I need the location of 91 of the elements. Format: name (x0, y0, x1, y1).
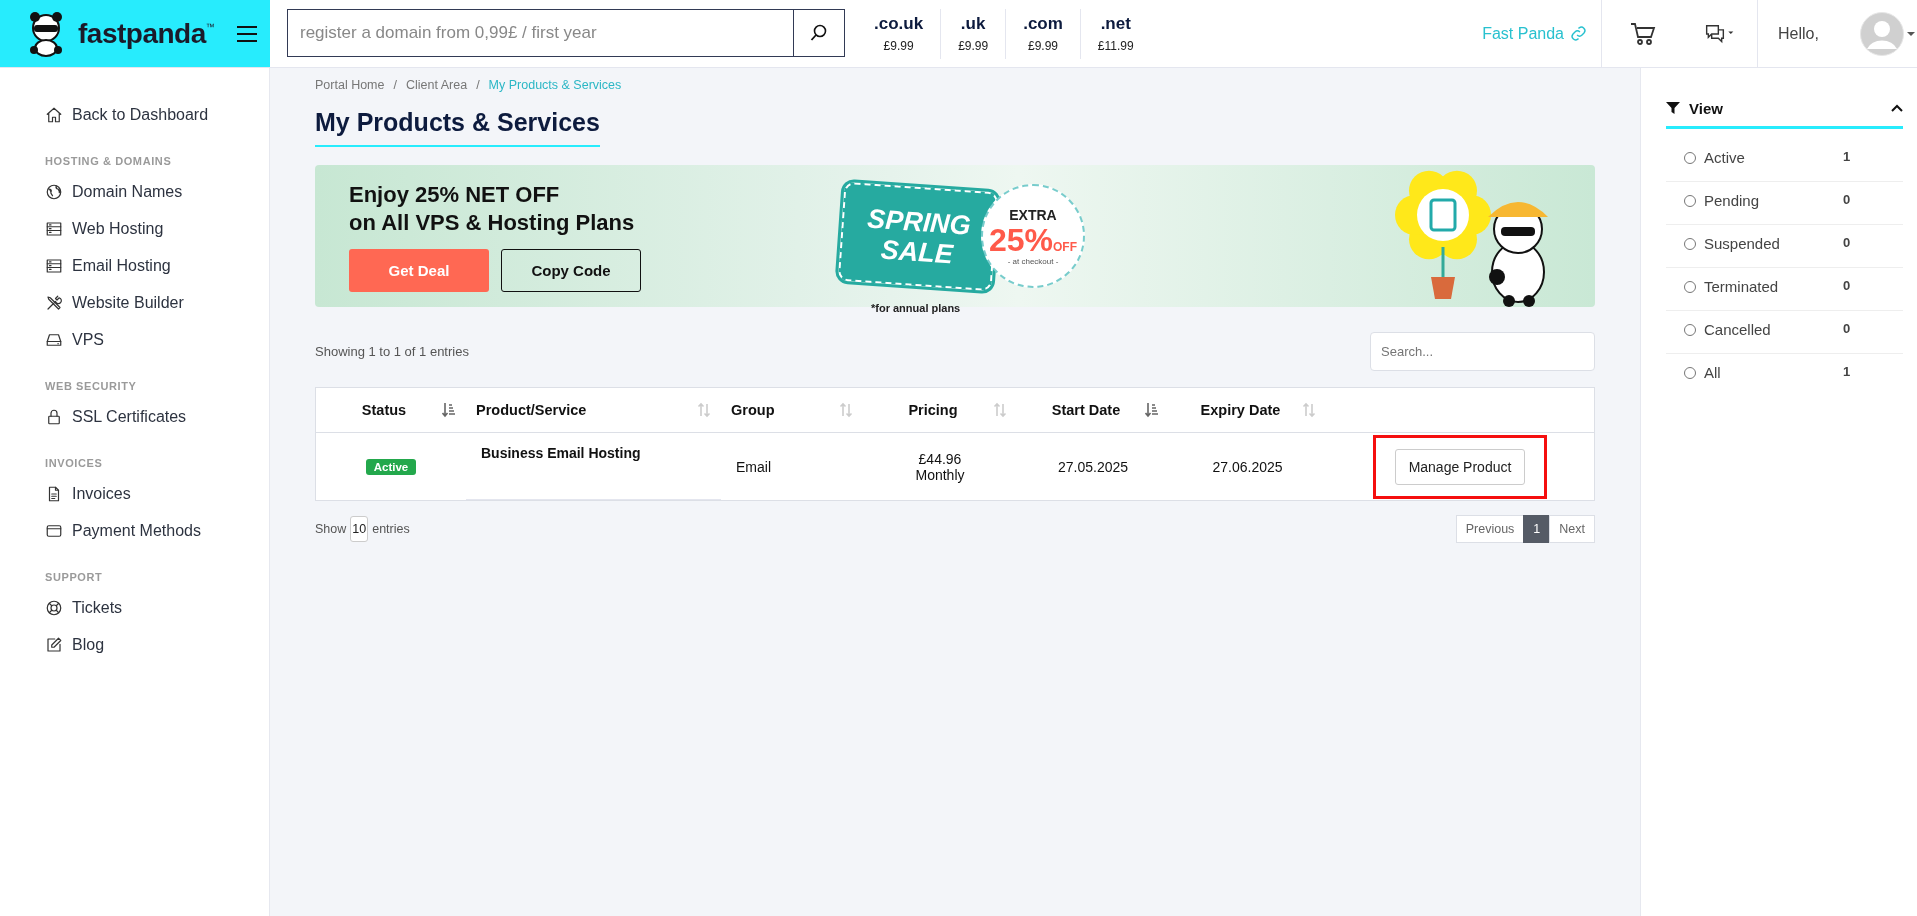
page-size-select[interactable]: 10 (350, 516, 369, 542)
filter-count: 1 (1843, 364, 1852, 379)
pagination-button[interactable]: 1 (1523, 515, 1551, 543)
column-header[interactable]: Group (731, 402, 839, 418)
discount-percent: 25% (988, 222, 1053, 257)
sidebar-item[interactable]: Email Hosting (45, 247, 269, 284)
table-info: Showing 1 to 1 of 1 entries (315, 344, 469, 359)
globe-icon (45, 182, 63, 201)
page-size-label: entries (372, 522, 410, 536)
domain-extension: .co.uk (874, 14, 924, 34)
breadcrumb-separator: / (476, 78, 480, 92)
home-icon (45, 105, 63, 124)
status-badge: Active (365, 458, 417, 475)
sidebar-heading: HOSTING & DOMAINS (45, 155, 173, 167)
link-icon (1570, 25, 1587, 42)
column-header[interactable]: Pricing (873, 402, 993, 418)
table-cell: Monthly (915, 466, 965, 483)
sidebar-heading: INVOICES (45, 457, 104, 469)
table-cell: Business Email Hosting (481, 445, 641, 461)
sidebar-item[interactable]: Website Builder (45, 284, 269, 321)
manage-product-button[interactable]: Manage Product (1394, 448, 1526, 485)
banner-headline: on All VPS & Hosting Plans (349, 208, 636, 237)
domain-search-field[interactable]: register a domain from 0,99£ / first year (287, 9, 793, 57)
sort-descending-icon[interactable] (1145, 402, 1159, 418)
breadcrumb-link[interactable]: Client Area (405, 78, 468, 92)
pagination-button[interactable]: Previous (1455, 515, 1525, 543)
filter-count: 0 (1843, 192, 1852, 207)
filter-label[interactable]: Cancelled (1704, 321, 1835, 338)
filter-label[interactable]: Pending (1704, 192, 1835, 209)
domain-price: £9.99 (1027, 39, 1059, 53)
domain-extension: .uk (959, 14, 987, 34)
filter-count: 0 (1843, 235, 1852, 250)
sidebar-item[interactable]: Blog (45, 626, 269, 663)
menu-icon[interactable] (236, 24, 259, 43)
table-cell: Email (736, 458, 771, 475)
greeting: Hello, (1778, 24, 1820, 43)
table-cell: 27.05.2025 (1057, 458, 1129, 475)
sidebar-item[interactable]: Tickets (45, 589, 269, 626)
filter-count: 1 (1843, 149, 1852, 164)
domain-price: £11.99 (1097, 39, 1134, 53)
domain-extension: .net (1099, 14, 1132, 34)
domain-price: £9.99 (882, 39, 915, 53)
breadcrumb-link[interactable]: Portal Home (315, 78, 385, 92)
filter-label[interactable]: Suspended (1704, 235, 1835, 252)
search-icon (810, 24, 828, 42)
caret-up-icon[interactable] (1891, 104, 1903, 112)
filter-icon (1666, 101, 1680, 115)
column-header[interactable]: Expiry Date (1179, 402, 1302, 418)
page-size-label: Show (315, 522, 347, 536)
sort-descending-icon[interactable] (442, 402, 456, 418)
seal-text: EXTRA (1009, 206, 1057, 223)
sidebar-heading: WEB SECURITY (45, 380, 138, 392)
page-title: My Products & Services (315, 108, 600, 147)
sidebar-item[interactable]: VPS (45, 321, 269, 358)
edit-icon (45, 635, 63, 654)
copy-code-button[interactable]: Copy Code (501, 248, 641, 292)
seal-text: OFF (1053, 239, 1077, 254)
column-header[interactable]: Product/Service (476, 402, 697, 418)
cart-icon[interactable] (1629, 21, 1656, 46)
lifebuoy-icon (45, 598, 63, 617)
table-cell: £44.96 (918, 450, 962, 467)
sidebar-item[interactable]: SSL Certificates (45, 398, 269, 435)
domain-price: £9.99 (958, 39, 989, 53)
lock-icon (45, 407, 63, 426)
filter-count: 0 (1843, 278, 1852, 293)
table-cell: 27.06.2025 (1212, 458, 1283, 475)
sidebar-item[interactable]: Web Hosting (45, 210, 269, 247)
tools-icon (45, 293, 63, 312)
breadcrumb-separator: / (393, 78, 397, 92)
banner-headline: Enjoy 25% NET OFF (349, 180, 561, 209)
sidebar-item[interactable]: Payment Methods (45, 512, 269, 549)
domain-extension: .com (1023, 14, 1063, 34)
filter-label[interactable]: Active (1704, 149, 1835, 166)
seal-text: - at checkout - (1007, 256, 1059, 266)
server-icon (45, 256, 63, 275)
promo-footnote: *for annual plans (871, 302, 961, 314)
view-panel-header[interactable]: View (1666, 90, 1903, 129)
table-search-field[interactable]: Search... (1370, 332, 1595, 371)
filter-label[interactable]: All (1704, 364, 1835, 381)
sidebar-item[interactable]: Invoices (45, 475, 269, 512)
column-header[interactable]: Status (326, 402, 442, 418)
column-header[interactable]: Start Date (1027, 402, 1145, 418)
server-icon (45, 219, 63, 238)
search-button[interactable] (793, 9, 845, 57)
pagination-button[interactable]: Next (1549, 515, 1595, 543)
sidebar-item[interactable]: Back to Dashboard (45, 96, 269, 133)
sidebar-heading: SUPPORT (45, 571, 104, 583)
view-title: View (1689, 99, 1724, 117)
filter-label[interactable]: Terminated (1704, 278, 1835, 295)
filter-count: 0 (1843, 321, 1852, 336)
sidebar-item[interactable]: Domain Names (45, 173, 269, 210)
